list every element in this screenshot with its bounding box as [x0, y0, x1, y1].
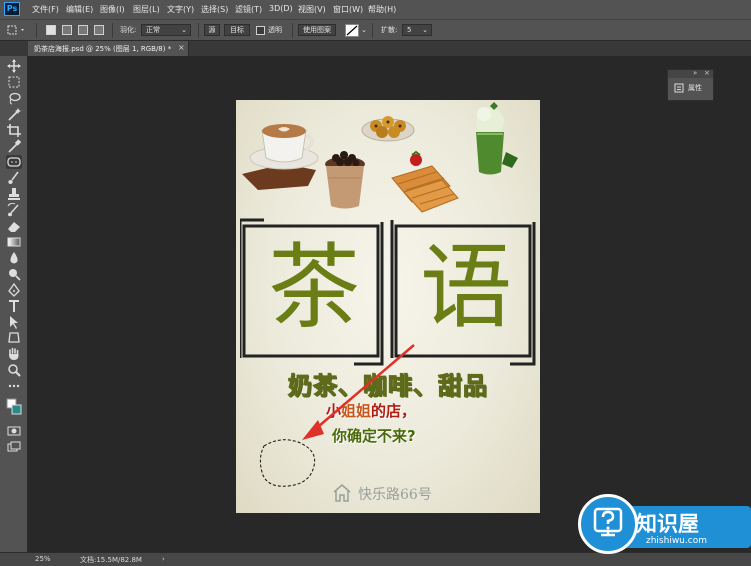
type-icon[interactable]: [6, 299, 22, 313]
document-tab-bar: 奶茶店海报.psd @ 25% (图层 1, RGB/8) * ×: [0, 41, 751, 56]
diffuse-value: 5: [407, 26, 412, 34]
move-icon[interactable]: [6, 59, 22, 73]
dodge-icon[interactable]: [6, 267, 22, 281]
history-brush-icon[interactable]: [6, 203, 22, 217]
close-icon[interactable]: ×: [704, 69, 710, 77]
canvas-area[interactable]: 茶 语 奶茶、咖啡、甜品 小姐姐的店， 你确定不来? 快乐路66号 » × 属性: [28, 56, 751, 552]
magic-wand-icon[interactable]: [6, 107, 22, 121]
selection-add-icon[interactable]: [62, 25, 72, 35]
poster-document[interactable]: 茶 语 奶茶、咖啡、甜品 小姐姐的店， 你确定不来? 快乐路66号: [236, 100, 540, 513]
tool-preset-picker[interactable]: [4, 24, 28, 36]
poster-address: 快乐路66号: [358, 487, 432, 503]
close-icon[interactable]: ×: [178, 43, 185, 52]
options-bar: 羽化: 正常 ⌄ 源 目标 透明 使用图案 ⌄ 扩散: 5 ⌄: [0, 19, 751, 41]
annotation-overlay: [259, 344, 415, 487]
properties-panel[interactable]: » × 属性: [667, 69, 714, 101]
menu-filter[interactable]: 滤镜(T): [235, 4, 262, 15]
diffuse-label: 扩散:: [381, 26, 398, 34]
gradient-icon[interactable]: [6, 235, 22, 249]
menu-file[interactable]: 文件(F): [32, 4, 59, 15]
transparent-label: 透明: [268, 26, 282, 34]
blur-icon[interactable]: [6, 251, 22, 265]
menu-type[interactable]: 文字(Y): [167, 4, 194, 15]
feather-label: 羽化:: [120, 26, 137, 34]
eraser-icon[interactable]: [6, 219, 22, 233]
menu-view[interactable]: 视图(V): [298, 4, 326, 15]
menu-select[interactable]: 选择(S): [201, 4, 228, 15]
watermark-subtitle: zhishiwu.com: [646, 536, 707, 546]
marquee-icon[interactable]: [6, 75, 22, 89]
watermark-title: 知识屋: [636, 512, 699, 536]
source-button[interactable]: 源: [204, 24, 220, 36]
chevron-down-icon[interactable]: ⌄: [361, 25, 367, 36]
mode-value: 正常: [146, 26, 160, 34]
lasso-selection: [259, 439, 316, 487]
target-button[interactable]: 目标: [224, 24, 250, 36]
photoshop-logo: Ps: [4, 2, 20, 16]
chevron-down-icon: ⌄: [422, 26, 428, 34]
menu-edit[interactable]: 编辑(E): [66, 4, 93, 15]
screen-mode-icon[interactable]: [6, 440, 22, 454]
path-select-icon[interactable]: [6, 315, 22, 329]
shape-icon[interactable]: [6, 331, 22, 345]
chevron-down-icon: ⌄: [181, 26, 187, 34]
properties-icon[interactable]: [674, 83, 684, 93]
menu-image[interactable]: 图像(I): [100, 4, 125, 15]
status-menu-arrow[interactable]: ›: [162, 555, 165, 563]
color-swatches[interactable]: [6, 395, 22, 421]
zoom-icon[interactable]: [6, 363, 22, 377]
pen-icon[interactable]: [6, 283, 22, 297]
selection-subtract-icon[interactable]: [78, 25, 88, 35]
more-tools-icon[interactable]: [6, 379, 22, 393]
menu-help[interactable]: 帮助(H): [368, 4, 396, 15]
transparent-checkbox[interactable]: [256, 26, 265, 35]
patch-icon[interactable]: [6, 155, 22, 169]
menu-window[interactable]: 窗口(W): [333, 4, 363, 15]
mode-dropdown[interactable]: 正常 ⌄: [141, 24, 191, 36]
site-watermark: 知识屋 zhishiwu.com: [574, 492, 751, 566]
arrow-icon: [302, 344, 415, 440]
document-tab-label: 奶茶店海报.psd @ 25% (图层 1, RGB/8) *: [34, 45, 172, 53]
quick-mask-icon[interactable]: [6, 424, 22, 438]
document-tab[interactable]: 奶茶店海报.psd @ 25% (图层 1, RGB/8) * ×: [28, 41, 189, 56]
selection-new-icon[interactable]: [46, 25, 56, 35]
document-size: 文档:15.5M/82.8M: [80, 556, 142, 564]
diffuse-input[interactable]: 5 ⌄: [402, 24, 432, 36]
selection-intersect-icon[interactable]: [94, 25, 104, 35]
properties-label[interactable]: 属性: [688, 83, 702, 93]
stamp-icon[interactable]: [6, 187, 22, 201]
question-monitor-icon: [593, 507, 623, 537]
lasso-icon[interactable]: [6, 91, 22, 105]
menu-bar: Ps 文件(F) 编辑(E) 图像(I) 图层(L) 文字(Y) 选择(S) 滤…: [0, 0, 751, 19]
watermark-logo-circle: [578, 494, 638, 554]
menu-layer[interactable]: 图层(L): [133, 4, 160, 15]
properties-panel-header: » ×: [668, 69, 713, 78]
use-pattern-button[interactable]: 使用图案: [298, 24, 336, 36]
pattern-swatch[interactable]: [345, 24, 359, 37]
home-icon: [333, 484, 351, 502]
menu-3d[interactable]: 3D(D): [269, 4, 293, 13]
collapse-icon[interactable]: »: [693, 69, 697, 77]
hand-icon[interactable]: [6, 347, 22, 361]
zoom-level[interactable]: 25%: [35, 555, 51, 563]
crop-icon[interactable]: [6, 123, 22, 137]
tools-panel: [0, 56, 28, 552]
eyedropper-icon[interactable]: [6, 139, 22, 153]
brush-icon[interactable]: [6, 171, 22, 185]
